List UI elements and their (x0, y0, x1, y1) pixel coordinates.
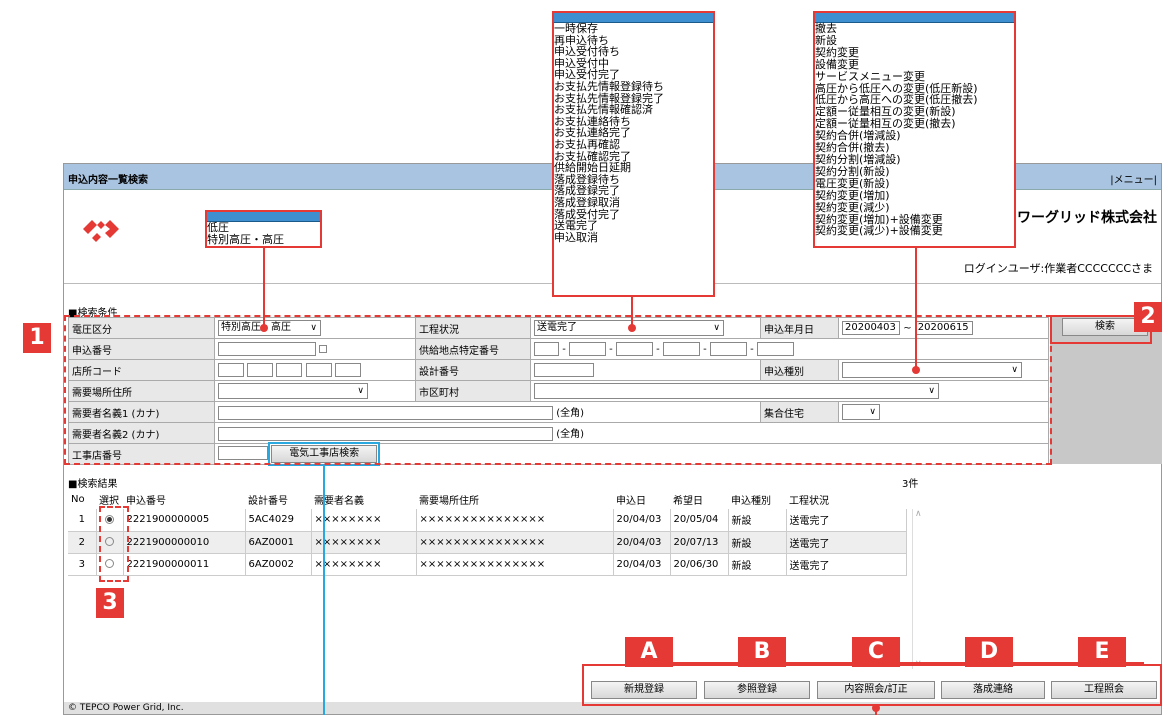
dropdown-header (815, 13, 1014, 23)
search-conditions-frame (64, 315, 1052, 465)
connector-dot (912, 366, 920, 374)
badge-D: D (965, 637, 1013, 667)
connector-dot (872, 704, 880, 712)
company-logo (83, 220, 119, 242)
dropdown-option[interactable]: 契約変更 (815, 46, 1014, 59)
table-row[interactable]: 2 2221900000010 6AZ0001 ×××××××× ×××××××… (68, 531, 907, 554)
dropdown-option[interactable]: 特別高圧・高圧 (207, 233, 320, 246)
connector-line (915, 246, 917, 370)
dropdown-option[interactable]: 一時保存 (554, 23, 713, 35)
badge-B: B (738, 637, 786, 667)
connector-dot (260, 324, 268, 332)
connector-line (263, 246, 265, 328)
connector-dot (628, 324, 636, 332)
results-header: No 選択 申込番号 設計番号 需要者名義 需要場所住所 申込日 希望日 申込種… (71, 493, 829, 507)
badge-2: 2 (1134, 302, 1162, 332)
badge-C: C (852, 637, 900, 667)
company-name: ワーグリッド株式会社 (1017, 210, 1157, 226)
dropdown-option[interactable]: サービスメニュー変更 (815, 70, 1014, 83)
results-table: No 選択 申込番号 設計番号 需要者名義 需要場所住所 申込日 希望日 申込種… (68, 489, 907, 576)
dropdown-option[interactable]: 電圧変更(新設) (815, 177, 1014, 190)
dropdown-option[interactable]: お支払先情報確認済 (554, 104, 713, 116)
dropdown-option[interactable]: 契約分割(新設) (815, 165, 1014, 178)
dropdown-option[interactable]: 送電完了 (554, 220, 713, 232)
dropdown-option[interactable]: 撤去 (815, 23, 1014, 35)
results-scrollbar[interactable]: ∧ ∨ (912, 509, 926, 669)
login-user: ログインユーザ:作業者CCCCCCCさま (963, 262, 1153, 275)
table-row[interactable]: 3 2221900000011 6AZ0002 ×××××××× ×××××××… (68, 553, 907, 576)
dropdown-option[interactable]: 低圧 (207, 222, 320, 234)
dropdown-option[interactable]: お支払先情報登録待ち (554, 81, 713, 93)
dropdown-option[interactable]: 供給開始日延期 (554, 162, 713, 174)
table-row[interactable]: 1 2221900000005 5AC4029 ×××××××× ×××××××… (68, 509, 907, 532)
dropdown-option[interactable]: 設備変更 (815, 58, 1014, 71)
dropdown-option[interactable]: 契約変更(減少)+設備変更 (815, 225, 1014, 237)
contractor-connector-line (323, 466, 325, 715)
window-title: 申込内容一覧検索 (68, 175, 148, 186)
dropdown-option[interactable]: 申込取消 (554, 232, 713, 244)
dropdown-option[interactable]: 落成登録取消 (554, 197, 713, 209)
menu-link[interactable]: |メニュー| (1110, 171, 1157, 186)
type-options-callout: 撤去 新設 契約変更 設備変更 サービスメニュー変更 高圧から低圧への変更(低圧新設) 低圧… (813, 11, 1016, 248)
row-select-frame (99, 506, 129, 582)
badge-1: 1 (23, 323, 51, 353)
voltage-options-callout: 低圧 特別高圧・高圧 (205, 210, 322, 248)
badge-3: 3 (96, 588, 124, 618)
badge-A: A (625, 637, 673, 667)
dropdown-option[interactable]: お支払再確認 (554, 139, 713, 151)
action-buttons-frame (582, 664, 1162, 706)
badge-E: E (1078, 637, 1126, 667)
dropdown-option[interactable]: 契約変更(減少) (815, 201, 1014, 214)
status-options-callout: 一時保存 再申込待ち 申込受付待ち 申込受付中 申込受付完了 お支払先情報登録待ち お支払先… (552, 11, 715, 297)
chevron-up-icon[interactable]: ∧ (915, 509, 922, 519)
results-section-title: ■検索結果 (68, 479, 118, 490)
results-count: 3件 (902, 479, 919, 490)
dropdown-option[interactable]: 契約変更(増加) (815, 189, 1014, 202)
